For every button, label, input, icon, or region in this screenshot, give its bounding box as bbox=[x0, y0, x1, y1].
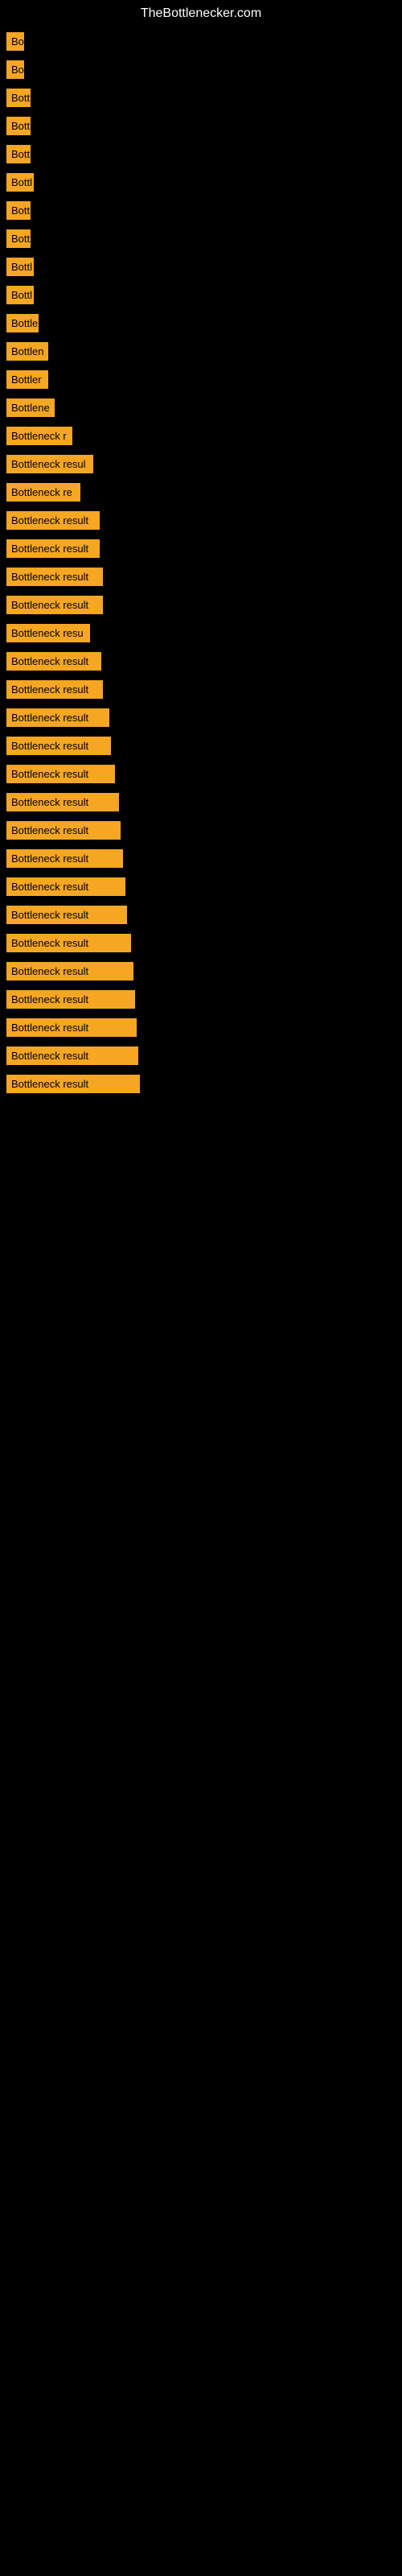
bottleneck-label[interactable]: Bottleneck r bbox=[6, 427, 72, 445]
bottleneck-label[interactable]: Bottleneck result bbox=[6, 877, 125, 896]
list-item: Bott bbox=[0, 84, 402, 112]
bottleneck-label[interactable]: Bottleneck result bbox=[6, 511, 100, 530]
list-item: Bottleneck result bbox=[0, 985, 402, 1013]
list-item: Bottleneck result bbox=[0, 647, 402, 675]
list-item: Bottl bbox=[0, 253, 402, 281]
list-item: Bottleneck result bbox=[0, 1013, 402, 1042]
list-item: Bottleneck r bbox=[0, 422, 402, 450]
bottleneck-label[interactable]: Bottlene bbox=[6, 398, 55, 417]
bottleneck-label[interactable]: Bottleneck result bbox=[6, 708, 109, 727]
list-item: Bottleneck result bbox=[0, 816, 402, 844]
bottleneck-label[interactable]: Bottleneck result bbox=[6, 1018, 137, 1037]
list-item: Bott bbox=[0, 225, 402, 253]
list-item: Bottleneck result bbox=[0, 591, 402, 619]
bottleneck-label[interactable]: Bott bbox=[6, 201, 31, 220]
bottleneck-label[interactable]: Bottleneck result bbox=[6, 1075, 140, 1093]
bottleneck-label[interactable]: Bottleneck result bbox=[6, 962, 133, 980]
bottleneck-label[interactable]: Bottleneck result bbox=[6, 906, 127, 924]
bottleneck-label[interactable]: Bottleneck result bbox=[6, 934, 131, 952]
list-item: Bo bbox=[0, 56, 402, 84]
bottleneck-label[interactable]: Bottleneck result bbox=[6, 849, 123, 868]
list-item: Bottl bbox=[0, 281, 402, 309]
list-item: Bottleneck result bbox=[0, 535, 402, 563]
bottleneck-label[interactable]: Bottleneck result bbox=[6, 539, 100, 558]
bottleneck-label[interactable]: Bottleneck resul bbox=[6, 455, 93, 473]
list-item: Bottleneck result bbox=[0, 1070, 402, 1098]
bottleneck-label[interactable]: Bottle bbox=[6, 314, 39, 332]
bottleneck-label[interactable]: Bottleneck result bbox=[6, 990, 135, 1009]
list-item: Bottleneck result bbox=[0, 929, 402, 957]
list-item: Bott bbox=[0, 196, 402, 225]
list-item: Bottleneck result bbox=[0, 901, 402, 929]
list-item: Bottleneck re bbox=[0, 478, 402, 506]
list-item: Bottleneck result bbox=[0, 1042, 402, 1070]
list-item: Bottle bbox=[0, 309, 402, 337]
list-item: Bottlene bbox=[0, 394, 402, 422]
bottleneck-label[interactable]: Bottl bbox=[6, 258, 34, 276]
list-item: Bottleneck resul bbox=[0, 450, 402, 478]
bottleneck-label[interactable]: Bottler bbox=[6, 370, 48, 389]
bottleneck-label[interactable]: Bottleneck result bbox=[6, 821, 121, 840]
bottleneck-label[interactable]: Bott bbox=[6, 89, 31, 107]
list-item: Bottleneck result bbox=[0, 732, 402, 760]
list-item: Bottleneck result bbox=[0, 844, 402, 873]
list-item: Bottleneck result bbox=[0, 760, 402, 788]
list-item: Bottleneck result bbox=[0, 957, 402, 985]
bottleneck-label[interactable]: Bott bbox=[6, 145, 31, 163]
bottleneck-label[interactable]: Bottleneck result bbox=[6, 680, 103, 699]
list-item: Bottler bbox=[0, 365, 402, 394]
bottleneck-label[interactable]: Bottl bbox=[6, 173, 34, 192]
bottleneck-label[interactable]: Bott bbox=[6, 229, 31, 248]
list-item: Bottleneck resu bbox=[0, 619, 402, 647]
list-item: Bottleneck result bbox=[0, 873, 402, 901]
bottleneck-label[interactable]: Bottleneck result bbox=[6, 652, 101, 671]
items-list: Bo Bo Bott Bott Bott Bottl Bott Bott Bottl Bottl B… bbox=[0, 24, 402, 1101]
bottleneck-label[interactable]: Bottleneck result bbox=[6, 568, 103, 586]
list-item: Bott bbox=[0, 140, 402, 168]
list-item: Bottleneck result bbox=[0, 675, 402, 704]
list-item: Bo bbox=[0, 27, 402, 56]
list-item: Bottleneck result bbox=[0, 506, 402, 535]
bottleneck-label[interactable]: Bottleneck re bbox=[6, 483, 80, 502]
list-item: Bottleneck result bbox=[0, 563, 402, 591]
list-item: Bottlen bbox=[0, 337, 402, 365]
bottleneck-label[interactable]: Bottleneck result bbox=[6, 765, 115, 783]
list-item: Bottleneck result bbox=[0, 704, 402, 732]
list-item: Bottleneck result bbox=[0, 788, 402, 816]
bottleneck-label[interactable]: Bottleneck result bbox=[6, 793, 119, 811]
bottleneck-label[interactable]: Bott bbox=[6, 117, 31, 135]
bottleneck-label[interactable]: Bottlen bbox=[6, 342, 48, 361]
bottleneck-label[interactable]: Bottl bbox=[6, 286, 34, 304]
list-item: Bottl bbox=[0, 168, 402, 196]
list-item: Bott bbox=[0, 112, 402, 140]
bottleneck-label[interactable]: Bottleneck resu bbox=[6, 624, 90, 642]
bottleneck-label[interactable]: Bottleneck result bbox=[6, 737, 111, 755]
bottleneck-label[interactable]: Bo bbox=[6, 60, 24, 79]
site-title: TheBottlenecker.com bbox=[0, 0, 402, 24]
title-text: TheBottlenecker.com bbox=[141, 6, 261, 20]
bottleneck-label[interactable]: Bottleneck result bbox=[6, 1046, 138, 1065]
bottleneck-label[interactable]: Bottleneck result bbox=[6, 596, 103, 614]
bottleneck-label[interactable]: Bo bbox=[6, 32, 24, 51]
